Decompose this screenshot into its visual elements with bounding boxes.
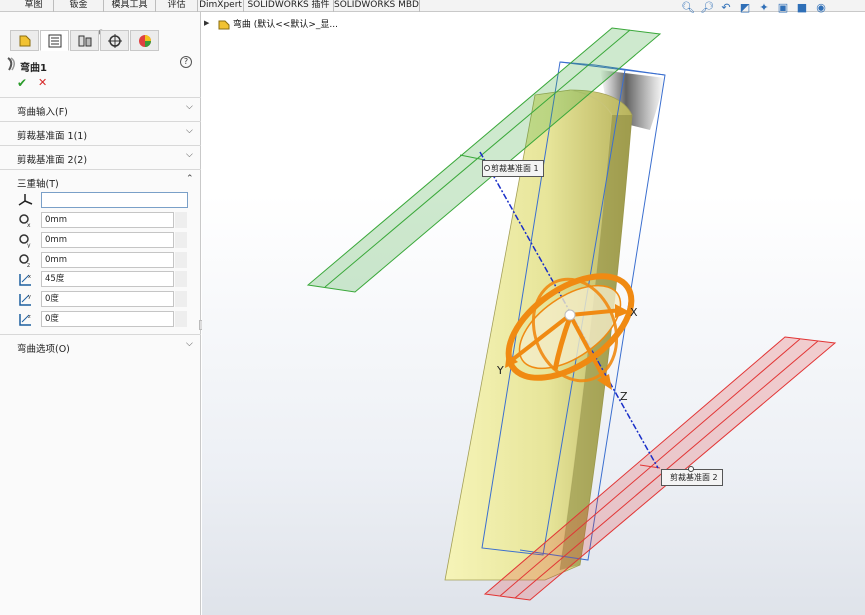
tab-solidworks-mbd[interactable]: SOLIDWORKS MBD	[334, 0, 420, 12]
y-position-spinner[interactable]	[175, 232, 187, 248]
chevron-down-icon: ⌵	[186, 150, 193, 160]
configuration-manager-tab[interactable]	[70, 30, 99, 51]
dimxpert-icon	[107, 33, 122, 48]
chevron-up-icon: ⌃	[186, 174, 194, 184]
group-bend-options-label: 弯曲选项(O)	[17, 344, 70, 355]
display-manager-icon	[138, 34, 151, 47]
y-rotation-input[interactable]: 0度	[41, 291, 174, 307]
group-bend-input[interactable]: 弯曲输入(F) ⌵	[0, 97, 201, 121]
dynamic-annotation-icon[interactable]: ✦	[756, 0, 772, 14]
group-triad[interactable]: 三重轴(T) ⌃	[0, 169, 201, 193]
group-trim-plane-1-label: 剪裁基准面 1(1)	[17, 131, 88, 142]
x-position-spinner[interactable]	[175, 212, 187, 228]
z-position-input[interactable]: 0mm	[41, 252, 174, 268]
svg-text:y: y	[28, 294, 31, 300]
dimxpert-manager-tab[interactable]	[100, 30, 129, 51]
help-button[interactable]: ?	[180, 56, 192, 68]
flyout-feature-tree[interactable]: 弯曲 (默认<<默认>_显...	[218, 17, 338, 30]
trim-plane-2-label[interactable]: 剪裁基准面 2	[661, 466, 723, 486]
group-trim-plane-1[interactable]: 剪裁基准面 1(1) ⌵	[0, 121, 201, 145]
zoom-fit-icon[interactable]: 🔍︎	[680, 0, 696, 14]
svg-text:z: z	[27, 262, 30, 268]
triad-x-label: X	[630, 306, 638, 319]
z-rotation-input[interactable]: 0度	[41, 311, 174, 327]
chevron-down-icon: ⌵	[186, 102, 193, 112]
triad-z-label: Z	[620, 390, 628, 403]
cancel-button[interactable]: ✕	[38, 76, 47, 89]
part-icon	[218, 20, 230, 30]
feature-manager-tab[interactable]	[10, 30, 39, 51]
display-manager-tab[interactable]	[130, 30, 159, 51]
trim-plane-1-label[interactable]: 剪裁基准面 1	[482, 160, 544, 177]
group-trim-plane-2[interactable]: 剪裁基准面 2(2) ⌵	[0, 145, 201, 169]
previous-view-icon[interactable]: ↶	[718, 0, 734, 14]
feature-title: 弯曲1	[20, 63, 47, 74]
svg-text:x: x	[27, 222, 31, 228]
graphics-area[interactable]: X Y Z 剪裁基准面 1 剪裁基准面 2	[202, 14, 865, 615]
property-manager-tab[interactable]	[40, 30, 69, 51]
tree-expand-icon[interactable]: ▶	[204, 19, 209, 27]
triad-selection-icon	[18, 194, 33, 206]
tab-solidworks-addins[interactable]: SOLIDWORKS 插件	[244, 0, 334, 12]
group-trim-plane-2-label: 剪裁基准面 2(2)	[17, 155, 88, 166]
ok-button[interactable]: ✔	[17, 76, 27, 90]
manager-tabs	[10, 30, 159, 51]
svg-text:x: x	[28, 274, 31, 280]
tab-sheet-metal[interactable]: 钣金	[54, 0, 104, 12]
group-bend-options[interactable]: 弯曲选项(O) ⌵	[0, 334, 201, 358]
z-position-icon: z	[19, 254, 30, 268]
svg-text:y: y	[27, 242, 31, 248]
triad-y-label: Y	[497, 364, 504, 377]
trim-plane-1-label-text: 剪裁基准面 1	[491, 164, 539, 173]
tab-dimxpert[interactable]: DimXpert	[198, 0, 244, 12]
y-position-input[interactable]: 0mm	[41, 232, 174, 248]
feature-manager-icon	[19, 35, 30, 46]
model-view	[306, 27, 837, 601]
chevron-down-icon: ⌵	[186, 126, 193, 136]
tab-sketch[interactable]: 草图	[14, 0, 54, 12]
y-rotation-spinner[interactable]	[175, 291, 187, 307]
x-rotation-input[interactable]: 45度	[41, 271, 174, 287]
zoom-area-icon[interactable]: 🔎︎	[699, 0, 715, 14]
z-rotation-spinner[interactable]	[175, 311, 187, 327]
hide-show-icon[interactable]: ◉	[813, 0, 829, 14]
section-view-icon[interactable]: ◩	[737, 0, 753, 14]
group-triad-label: 三重轴(T)	[17, 179, 59, 190]
y-position-icon: y	[19, 234, 31, 248]
x-rotation-spinner[interactable]	[175, 271, 187, 287]
svg-text:z: z	[28, 314, 31, 320]
tree-part-label: 弯曲 (默认<<默认>_显...	[232, 20, 338, 30]
y-rotation-icon: y	[19, 294, 31, 306]
view-orientation-icon[interactable]: ▣	[775, 0, 791, 14]
configuration-manager-icon	[78, 35, 91, 46]
chevron-down-icon: ⌵	[186, 339, 193, 349]
heads-up-view-toolbar: 🔍︎ 🔎︎ ↶ ◩ ✦ ▣ ■ ◉	[680, 0, 829, 14]
triad-selection-field[interactable]	[41, 192, 188, 208]
label-anchor-icon	[484, 165, 490, 171]
z-rotation-icon: z	[19, 314, 31, 326]
tab-evaluate[interactable]: 评估	[156, 0, 198, 12]
property-manager-panel: ● 弯曲1 ? ✔ ✕ 弯曲输入(F) ⌵ 剪裁基准面 1(1) ⌵ 剪裁基准面…	[0, 12, 201, 615]
z-position-spinner[interactable]	[175, 252, 187, 268]
tab-mold-tools[interactable]: 模具工具	[104, 0, 156, 12]
trim-plane-2-label-text: 剪裁基准面 2	[670, 473, 718, 482]
label-anchor-icon	[688, 466, 694, 472]
property-manager-icon	[48, 34, 61, 47]
display-style-icon[interactable]: ■	[794, 0, 810, 14]
group-bend-input-label: 弯曲输入(F)	[17, 107, 68, 118]
flex-feature-icon	[7, 57, 15, 71]
x-rotation-icon: x	[19, 274, 31, 286]
x-position-input[interactable]: 0mm	[41, 212, 174, 228]
x-position-icon: x	[19, 214, 31, 228]
